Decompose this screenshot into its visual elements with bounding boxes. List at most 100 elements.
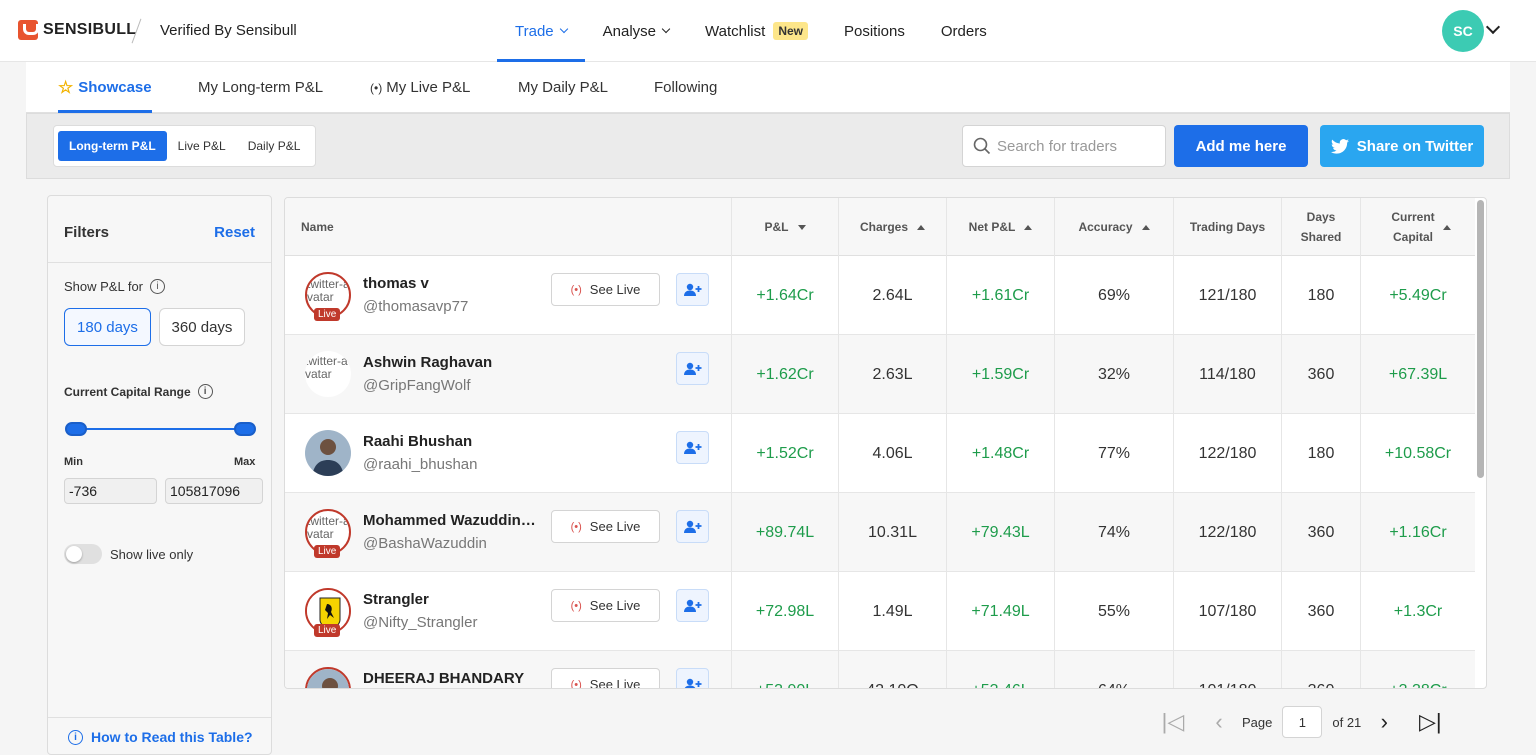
- tab-long-term-pnl[interactable]: My Long-term P&L: [198, 62, 323, 113]
- trader-name[interactable]: DHEERAJ BHANDARY: [363, 670, 524, 687]
- nav-analyse-label: Analyse: [602, 22, 657, 40]
- cell-days-shared: 360: [1281, 493, 1360, 572]
- info-icon[interactable]: i: [197, 384, 213, 399]
- follow-button[interactable]: [676, 352, 709, 385]
- live-badge: Live: [314, 545, 341, 558]
- trader-name[interactable]: thomas v: [363, 275, 429, 292]
- avatar-alt-text: twitter-avatar: [307, 277, 350, 304]
- search-input[interactable]: [997, 137, 1157, 155]
- prev-page-icon[interactable]: ‹: [1196, 709, 1242, 735]
- avatar-photo: [305, 430, 351, 476]
- page-number-input[interactable]: 1: [1282, 706, 1323, 738]
- cell-days-shared: 180: [1281, 414, 1360, 493]
- col-label: P&L: [764, 220, 789, 234]
- days-360-button[interactable]: 360 days: [159, 308, 245, 346]
- trader-avatar[interactable]: twitter-avatar: [305, 351, 351, 397]
- nav-analyse[interactable]: Analyse: [585, 0, 687, 62]
- page-label: Page: [1242, 714, 1273, 730]
- cell-net-pnl: +53.46L: [946, 651, 1054, 688]
- col-charges[interactable]: Charges: [838, 198, 946, 256]
- chevron-down-icon[interactable]: [1485, 19, 1501, 35]
- how-to-read-link[interactable]: i How to Read this Table?: [68, 729, 253, 745]
- trader-name-cell: twitter-avatar Live Mohammed Wazuddin B...…: [285, 493, 731, 572]
- showcase-subtabs: ☆ Showcase My Long-term P&L (•) My Live P&…: [26, 62, 1510, 113]
- trader-avatar[interactable]: [305, 430, 351, 476]
- tab-label: My Live P&L: [386, 79, 471, 96]
- first-page-icon[interactable]: |◁: [1150, 709, 1196, 735]
- table-row[interactable]: Raahi Bhushan @raahi_bhushan +1.52Cr 4.06L +…: [285, 414, 1475, 493]
- col-days-shared[interactable]: Days Shared: [1281, 198, 1360, 256]
- see-live-button[interactable]: (•) See Live: [551, 589, 660, 622]
- cell-accuracy: 69%: [1054, 256, 1173, 335]
- next-page-icon[interactable]: ›: [1361, 709, 1407, 735]
- range-min-handle[interactable]: [65, 422, 87, 436]
- live-only-toggle[interactable]: [64, 544, 102, 564]
- tab-daily-pnl[interactable]: My Daily P&L: [518, 62, 608, 113]
- nav-orders[interactable]: Orders: [923, 0, 1005, 62]
- live-badge: Live: [314, 624, 341, 637]
- days-180-button[interactable]: 180 days: [64, 308, 151, 346]
- col-accuracy[interactable]: Accuracy: [1054, 198, 1173, 256]
- follow-button[interactable]: [676, 510, 709, 543]
- col-current-capital[interactable]: Current Capital: [1360, 198, 1475, 256]
- sensibull-logo[interactable]: SENSIBULL: [18, 20, 136, 40]
- follow-button[interactable]: [676, 273, 709, 306]
- follow-button[interactable]: [676, 431, 709, 464]
- tab-live-pnl[interactable]: (•) My Live P&L: [370, 62, 470, 113]
- add-me-button[interactable]: Add me here: [1174, 125, 1308, 167]
- table-row[interactable]: twitter-avatar Live thomas v @thomasavp77 (•…: [285, 256, 1475, 335]
- live-only-label: Show live only: [110, 547, 194, 562]
- follow-button[interactable]: [676, 668, 709, 688]
- follow-button[interactable]: [676, 589, 709, 622]
- trader-name[interactable]: Mohammed Wazuddin B...: [363, 512, 538, 529]
- trader-name[interactable]: Strangler: [363, 591, 429, 608]
- nav-positions[interactable]: Positions: [826, 0, 923, 62]
- how-to-label: How to Read this Table?: [91, 729, 253, 745]
- share-twitter-button[interactable]: Share on Twitter: [1320, 125, 1484, 167]
- range-max-handle[interactable]: [234, 422, 256, 436]
- see-live-label: See Live: [589, 519, 641, 534]
- min-value-input[interactable]: -736: [64, 478, 157, 504]
- reset-button[interactable]: Reset: [214, 224, 255, 241]
- col-trading-days[interactable]: Trading Days: [1173, 198, 1281, 256]
- last-page-icon[interactable]: ▷|: [1407, 709, 1453, 735]
- max-value-input[interactable]: 105817096: [165, 478, 263, 504]
- table-row[interactable]: twitter-avatar Live Mohammed Wazuddin B...…: [285, 493, 1475, 572]
- cell-capital: +3.38Cr: [1360, 651, 1475, 688]
- trader-handle: @BashaWazuddin: [363, 535, 487, 552]
- tab-following[interactable]: Following: [654, 62, 717, 113]
- table-scrollbar[interactable]: [1477, 200, 1484, 478]
- col-label: Charges: [859, 220, 909, 234]
- tab-showcase[interactable]: ☆ Showcase: [58, 62, 152, 113]
- table-row[interactable]: LiveDHEERAJ BHANDARY(•)See Live+53.90L42…: [285, 651, 1475, 688]
- segment-daily-pnl[interactable]: Daily P&L: [237, 131, 312, 161]
- see-live-button[interactable]: (•) See Live: [551, 273, 660, 306]
- capital-range-track[interactable]: [76, 428, 246, 430]
- trader-name-cell: twitter-avatar Live thomas v @thomasavp77 (•…: [285, 256, 731, 335]
- pnl-type-segment: Long-term P&L Live P&L Daily P&L: [53, 125, 317, 167]
- table-row[interactable]: Live Strangler @Nifty_Strangler (•) See Live…: [285, 572, 1475, 651]
- segment-long-term-pnl[interactable]: Long-term P&L: [58, 131, 167, 161]
- trader-name[interactable]: Ashwin Raghavan: [363, 354, 492, 371]
- trader-avatar[interactable]: [305, 667, 351, 688]
- table-row[interactable]: twitter-avatar Ashwin Raghavan @GripFangWo…: [285, 335, 1475, 414]
- filters-title: Filters: [64, 224, 110, 241]
- trader-name[interactable]: Raahi Bhushan: [363, 433, 472, 450]
- cell-accuracy: 77%: [1054, 414, 1173, 493]
- col-pnl[interactable]: P&L: [731, 198, 838, 256]
- user-avatar[interactable]: SC: [1442, 10, 1484, 52]
- see-live-button[interactable]: (•) See Live: [551, 668, 660, 688]
- see-live-label: See Live: [589, 598, 641, 613]
- nav-trade[interactable]: Trade: [497, 0, 585, 62]
- logo-text: SENSIBULL: [43, 21, 137, 38]
- divider: [48, 717, 271, 718]
- col-net-pnl[interactable]: Net P&L: [946, 198, 1054, 256]
- broadcast-icon: (•): [570, 283, 582, 296]
- nav-positions-label: Positions: [844, 22, 905, 40]
- nav-watchlist[interactable]: Watchlist New: [687, 0, 826, 62]
- max-label: Max: [234, 456, 256, 468]
- chevron-down-icon: [661, 24, 671, 34]
- segment-live-pnl[interactable]: Live P&L: [167, 131, 237, 161]
- see-live-button[interactable]: (•) See Live: [551, 510, 660, 543]
- info-icon[interactable]: i: [150, 279, 166, 294]
